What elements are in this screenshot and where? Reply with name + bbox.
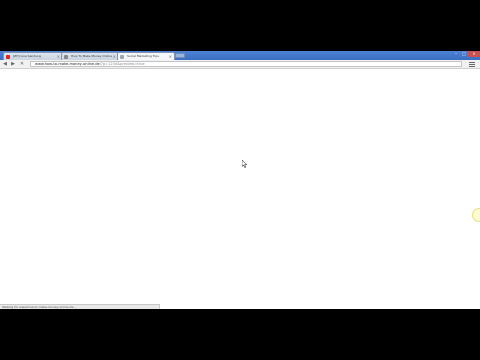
tab-strip: [ZH] Live Sendung × How To Make Money On… [0, 51, 480, 60]
new-tab-button[interactable] [175, 53, 185, 58]
tab-2[interactable]: How To Make Money Online × [61, 52, 119, 60]
tab-label: How To Make Money Online [71, 54, 113, 58]
menu-icon[interactable] [469, 62, 475, 67]
reload-icon[interactable]: ✕ [19, 61, 25, 68]
address-host: www.how-to-make-money-online.de [35, 62, 100, 66]
back-arrow-icon[interactable]: ◀ [2, 61, 8, 68]
close-window-button[interactable]: × [468, 51, 480, 57]
forward-arrow-icon[interactable]: ▶ [10, 61, 16, 68]
browser-window: [ZH] Live Sendung × How To Make Money On… [0, 51, 480, 309]
favicon-icon [120, 54, 124, 59]
mouse-cursor-icon [242, 160, 248, 168]
minimize-button[interactable]: – [452, 51, 460, 57]
tab-3[interactable]: Social Marketing Tips × [117, 52, 175, 60]
tab-label: Social Marketing Tips [127, 54, 159, 58]
tab-label: [ZH] Live Sendung [13, 54, 41, 58]
close-tab-icon[interactable]: × [113, 53, 116, 60]
address-path: /?p=1234&preview=true [99, 62, 145, 66]
page-content [0, 69, 480, 309]
tab-1[interactable]: [ZH] Live Sendung × [3, 52, 63, 60]
close-tab-icon[interactable]: × [169, 53, 172, 60]
status-text: Waiting for www.how-to-make-money-online… [2, 305, 77, 309]
status-bar: Waiting for www.how-to-make-money-online… [0, 304, 160, 309]
favicon-icon [64, 54, 68, 59]
favicon-icon [6, 54, 10, 59]
browser-toolbar: ◀ ▶ ✕ www.how-to-make-money-online.de/?p… [0, 60, 480, 69]
address-bar[interactable]: www.how-to-make-money-online.de/?p=1234&… [30, 61, 462, 67]
maximize-button[interactable]: □ [460, 51, 468, 57]
click-highlight-indicator [472, 208, 480, 222]
close-tab-icon[interactable]: × [57, 53, 60, 60]
